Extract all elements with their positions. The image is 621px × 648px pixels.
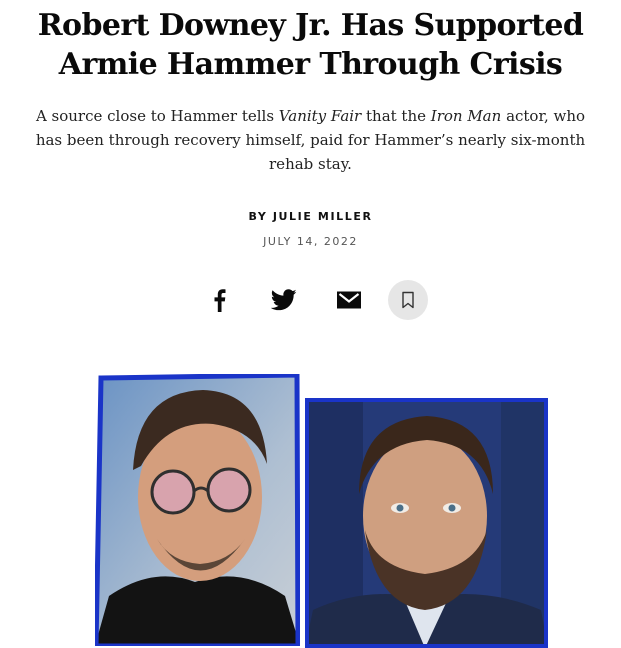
byline-prefix: BY: [248, 210, 273, 223]
email-icon: [337, 291, 361, 309]
lead-image: [0, 360, 621, 648]
article-headline: Robert Downey Jr. Has Supported Armie Ha…: [37, 8, 584, 82]
facebook-icon: [214, 289, 226, 312]
photo-armie-hammer: [305, 398, 548, 648]
dek-text-2: that the: [361, 107, 431, 125]
dek-publication: Vanity Fair: [278, 107, 362, 125]
facebook-share-button[interactable]: [199, 280, 239, 320]
dek-text-1: A source close to Hammer tells: [35, 107, 279, 125]
photo-robert-downey-jr: [95, 374, 300, 646]
byline: BY JULIE MILLER: [0, 210, 621, 223]
save-story-button[interactable]: [388, 280, 428, 320]
share-bar: [0, 280, 621, 320]
twitter-share-button[interactable]: [264, 280, 304, 320]
dek-film-title: Iron Man: [430, 107, 502, 125]
email-share-button[interactable]: [329, 280, 369, 320]
publish-date: JULY 14, 2022: [263, 235, 358, 248]
article-dek: A source close to Hammer tells Vanity Fa…: [22, 104, 599, 176]
twitter-icon: [271, 289, 297, 311]
bookmark-icon: [402, 291, 414, 309]
author-link[interactable]: JULIE MILLER: [273, 210, 373, 223]
